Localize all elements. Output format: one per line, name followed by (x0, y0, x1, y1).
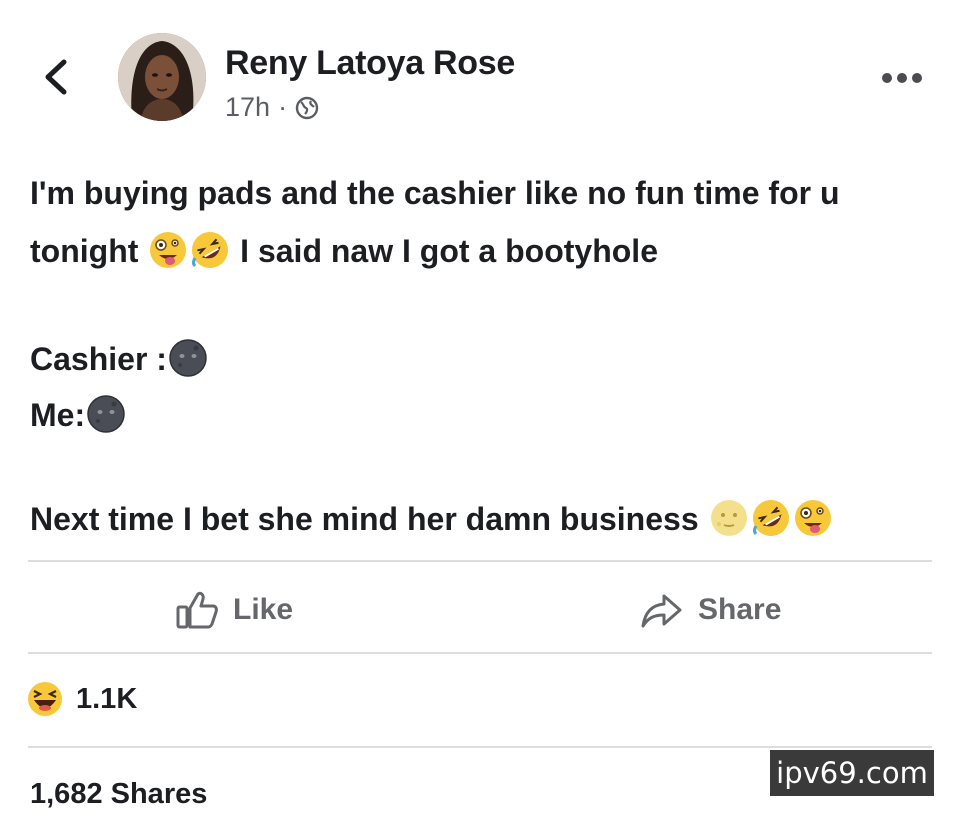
rofl-emoji-icon (192, 232, 229, 268)
avatar-image (118, 33, 206, 121)
back-arrow-icon (45, 59, 67, 95)
post-line: tonight I said naw I got a bootyhole (30, 223, 940, 279)
zany-face-emoji-icon (150, 232, 187, 268)
full-moon-face-emoji-icon (710, 500, 747, 536)
avatar[interactable] (118, 33, 206, 121)
post-line-text: Next time I bet she mind her damn busine… (30, 501, 708, 537)
reaction-count: 1.1K (76, 682, 138, 715)
rofl-emoji-icon (752, 500, 789, 536)
post-time[interactable]: 17h (225, 92, 270, 123)
reaction-summary[interactable]: 1.1K (26, 680, 137, 718)
post-line: Next time I bet she mind her damn busine… (30, 491, 940, 547)
post-line-text: I said naw I got a bootyhole (231, 233, 658, 269)
divider-top (28, 560, 932, 562)
divider-middle (28, 652, 932, 654)
divider-bottom (28, 746, 932, 748)
laughing-reaction-icon (28, 682, 62, 716)
like-button[interactable]: Like (175, 585, 293, 635)
post-line: I'm buying pads and the cashier like no … (30, 165, 940, 221)
share-count[interactable]: 1,682 Shares (30, 778, 207, 811)
share-label: Share (698, 593, 782, 626)
more-options-button[interactable] (878, 66, 926, 90)
post-body: I'm buying pads and the cashier like no … (30, 165, 940, 547)
like-thumb-icon (176, 591, 218, 629)
share-arrow-icon (641, 594, 682, 628)
zany-face-emoji-icon (794, 500, 831, 536)
author-name[interactable]: Reny Latoya Rose (225, 44, 515, 83)
post-line-text: Cashier : (30, 341, 167, 377)
post-line-text: I'm buying pads and the cashier like no … (30, 175, 840, 211)
back-button[interactable] (38, 52, 78, 102)
meta-separator: · (278, 92, 288, 122)
new-moon-face-emoji-icon (87, 395, 125, 433)
post-meta: 17h · (225, 92, 319, 123)
share-button[interactable]: Share (640, 585, 781, 635)
like-label: Like (233, 593, 294, 626)
watermark: ipv69.com (770, 750, 934, 796)
post-line-text: tonight (30, 233, 148, 269)
globe-icon (295, 96, 319, 119)
post-line-text: Me: (30, 397, 86, 433)
post-line: Cashier : (30, 331, 940, 387)
new-moon-face-emoji-icon (169, 339, 207, 377)
post-header: Reny Latoya Rose 17h · (0, 0, 960, 150)
more-options-icon (882, 73, 922, 83)
post-line: Me: (30, 387, 940, 443)
